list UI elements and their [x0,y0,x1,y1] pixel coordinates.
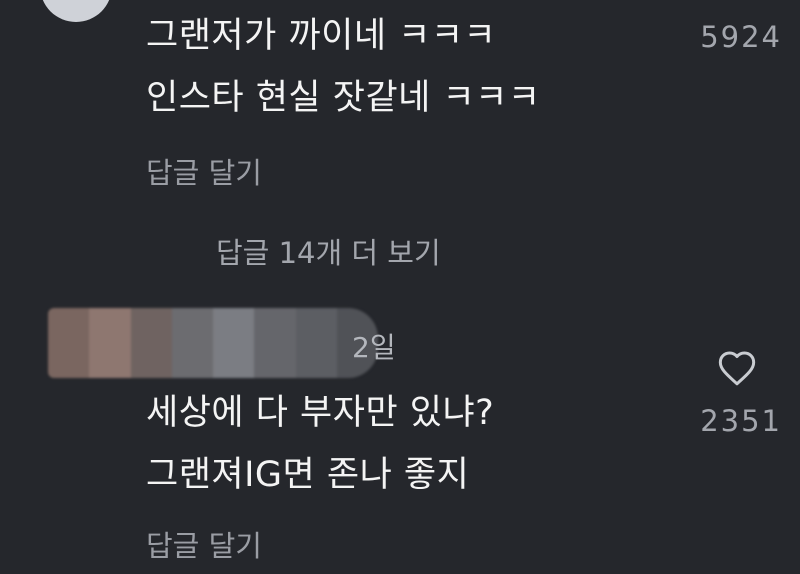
reply-button[interactable]: 답글 달기 [146,523,262,565]
comment-timestamp: 2일 [352,331,396,364]
like-count: 2351 [700,404,782,438]
comment-text: 그랜저가 까이네 ㅋㅋㅋ [146,16,497,56]
heart-outline-icon[interactable] [717,349,757,387]
reply-button[interactable]: 답글 달기 [146,150,262,192]
avatar[interactable] [40,0,112,22]
comment-text: 그랜져IG면 존나 좋지 [146,455,470,495]
like-count: 5924 [700,20,782,54]
comment-text: 세상에 다 부자만 있냐? [146,393,495,433]
redacted-username [48,308,378,378]
view-more-replies-button[interactable]: 답글 14개 더 보기 [216,230,441,272]
comment-text: 인스타 현실 잣같네 ㅋㅋㅋ [146,78,541,118]
